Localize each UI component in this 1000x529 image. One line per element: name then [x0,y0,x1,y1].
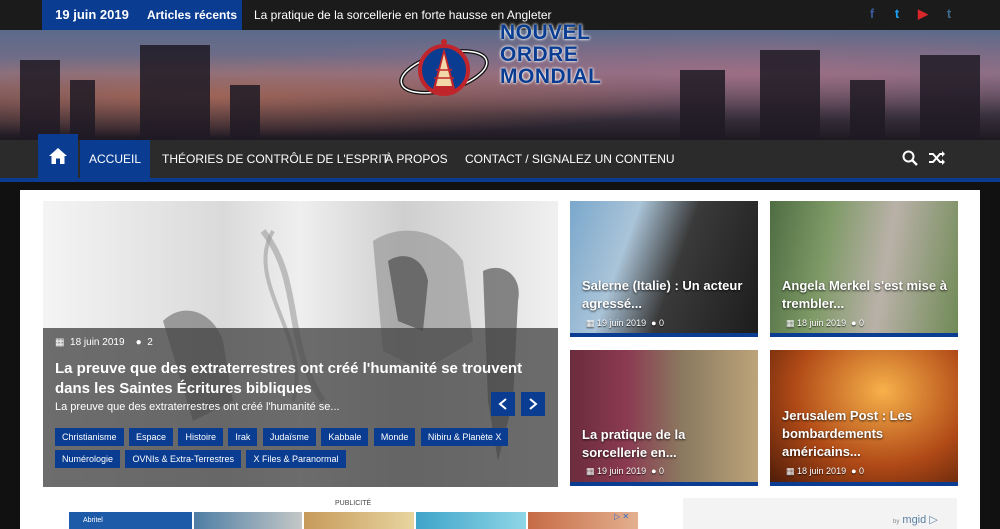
card-accent-bar [770,482,958,486]
ad-close-icon[interactable]: ▷ ✕ [614,512,636,522]
nav-item-about[interactable]: À PROPOS [385,140,448,178]
card-date: 18 juin 2019 [797,466,847,476]
tag-link[interactable]: Nibiru & Planète X [420,428,509,446]
card-comments-count[interactable]: 0 [659,318,664,328]
calendar-icon: ▦ [786,466,795,476]
facebook-icon[interactable]: f [864,6,880,22]
card-accent-bar [570,333,758,337]
shuffle-icon[interactable] [928,150,946,166]
card-meta: ▦ 18 juin 2019 ● 0 [786,318,864,329]
comment-icon: ● [135,337,142,348]
logo-line-3: MONDIAL [500,65,602,88]
mgid-by-label: by [893,519,900,525]
tag-link[interactable]: Christianisme [55,428,124,446]
mgid-play-icon: ▷ [929,514,938,526]
card-meta: ▦ 19 juin 2019 ● 0 [586,466,664,477]
slider-excerpt: La preuve que des extraterrestres ont cr… [55,401,340,413]
tag-link[interactable]: X Files & Paranormal [246,450,346,468]
slider-comments-count[interactable]: 2 [147,337,153,348]
card-title-link[interactable]: Salerne (Italie) : Un acteur agressé... [582,277,752,313]
slider-tags: Christianisme Espace Histoire Irak Judaï… [55,427,525,471]
slider-meta: ▦ 18 juin 2019 ● 2 [55,337,153,348]
tag-link[interactable]: Kabbale [321,428,369,446]
nav-accent-strip [0,178,1000,182]
calendar-icon: ▦ [55,337,65,348]
card-accent-bar [770,333,958,337]
ad-banner[interactable] [304,512,414,529]
article-card[interactable]: La pratique de la sorcellerie en... ▦ 19… [570,350,758,486]
comment-icon: ● [851,466,857,476]
logo-emblem-icon[interactable] [396,24,492,114]
card-title-link[interactable]: La pratique de la sorcellerie en... [582,426,752,462]
comment-icon: ● [651,318,657,328]
tag-link[interactable]: Numérologie [55,450,121,468]
card-date: 19 juin 2019 [597,318,647,328]
mgid-logo-text: mgid [902,514,927,526]
nav-home-button[interactable] [38,134,78,178]
card-meta: ▦ 19 juin 2019 ● 0 [586,318,664,329]
mgid-logo[interactable]: by mgid ▷ [893,513,938,526]
card-title-link[interactable]: Angela Merkel s'est mise à trembler... [782,277,952,313]
site-logo[interactable]: NOUVEL ORDRE MONDIAL [500,22,630,88]
ad-banner[interactable]: Abritel [69,512,192,529]
nav-item-contact[interactable]: CONTACT / SIGNALEZ UN CONTENU [465,140,675,178]
slider-date: 18 juin 2019 [70,337,125,348]
card-date: 19 juin 2019 [597,466,647,476]
recent-articles-label: Articles récents [142,0,242,30]
card-meta: ▦ 18 juin 2019 ● 0 [786,466,864,477]
card-comments-count[interactable]: 0 [859,466,864,476]
comment-icon: ● [851,318,857,328]
logo-line-2: ORDRE [500,43,579,66]
tag-link[interactable]: Judaïsme [262,428,316,446]
top-date: 19 juin 2019 [42,0,142,30]
card-date: 18 juin 2019 [797,318,847,328]
card-title-link[interactable]: Jerusalem Post : Les bombardements améri… [782,407,952,461]
tumblr-icon[interactable]: t [941,6,957,22]
home-icon [49,148,67,164]
ad-banner[interactable] [194,512,302,529]
chevron-left-icon [498,398,507,410]
tag-link[interactable]: OVNIs & Extra-Terrestres [125,450,242,468]
ad-banner[interactable] [416,512,526,529]
twitter-icon[interactable]: t [889,6,905,22]
ad-label: PUBLICITÉ [335,500,372,507]
article-card[interactable]: Angela Merkel s'est mise à trembler... ▦… [770,201,958,337]
tag-link[interactable]: Histoire [178,428,223,446]
nav-item-mind-control[interactable]: THÉORIES DE CONTRÔLE DE L'ESPRIT [162,140,389,178]
logo-line-1: NOUVEL [500,21,591,44]
tag-link[interactable]: Irak [228,428,258,446]
calendar-icon: ▦ [786,318,795,328]
card-comments-count[interactable]: 0 [659,466,664,476]
youtube-icon[interactable]: ▶ [915,6,931,22]
tag-link[interactable]: Monde [373,428,416,446]
article-card[interactable]: Jerusalem Post : Les bombardements améri… [770,350,958,486]
calendar-icon: ▦ [586,318,595,328]
calendar-icon: ▦ [586,466,595,476]
card-accent-bar [570,482,758,486]
nav-item-accueil[interactable]: ACCUEIL [80,140,150,178]
comment-icon: ● [651,466,657,476]
chevron-right-icon [529,398,538,410]
card-comments-count[interactable]: 0 [859,318,864,328]
slider-next-button[interactable] [521,392,545,416]
slider-title-link[interactable]: La preuve que des extraterrestres ont cr… [55,359,545,399]
tag-link[interactable]: Espace [128,428,173,446]
featured-slider[interactable]: ▦ 18 juin 2019 ● 2 La preuve que des ext… [43,201,558,487]
slider-prev-button[interactable] [491,392,515,416]
search-icon[interactable] [902,150,918,166]
article-card[interactable]: Salerne (Italie) : Un acteur agressé... … [570,201,758,337]
